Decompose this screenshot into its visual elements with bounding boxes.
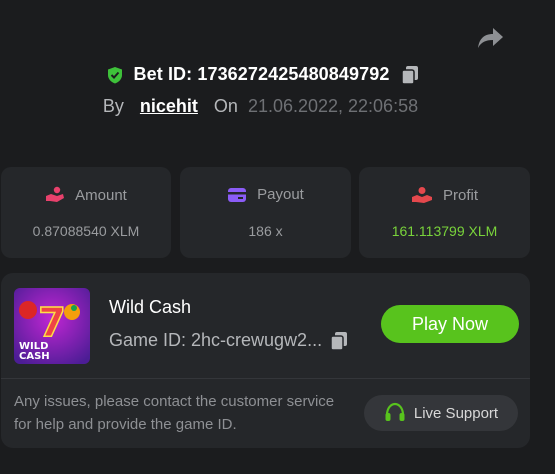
thumb-number: 7 (38, 300, 66, 346)
divider (1, 378, 530, 379)
play-now-button[interactable]: Play Now (381, 305, 519, 343)
profit-card: Profit 161.113799 XLM (359, 167, 530, 258)
support-text: Any issues, please contact the customer … (14, 393, 335, 433)
profit-label: Profit (442, 186, 478, 204)
amount-value: 0.87088540 XLM (32, 223, 140, 239)
live-support-label: Live Support (413, 404, 499, 422)
bet-title-row: Bet ID: 1736272425480849792 (0, 64, 555, 85)
payout-value: 186 x (248, 223, 283, 239)
shield-check-icon (107, 66, 122, 83)
bet-id: Bet ID: 1736272425480849792 (133, 64, 390, 84)
live-support-button[interactable]: Live Support (364, 395, 518, 431)
by-label: By (102, 96, 124, 116)
on-label: On (213, 96, 238, 116)
copy-icon[interactable] (401, 65, 419, 85)
payout-card: Payout 186 x (180, 167, 351, 258)
payout-label: Payout (257, 186, 304, 203)
bet-date: 21.06.2022, 22:06:58 (247, 96, 419, 116)
share-icon[interactable] (476, 26, 504, 52)
bet-meta-row: By nicehit On 21.06.2022, 22:06:58 (0, 96, 555, 117)
game-id-row: Game ID: 2hc-crewugw2... (109, 330, 348, 351)
profit-value: 161.113799 XLM (391, 223, 498, 239)
game-card: 7 WILD CASH Wild Cash Game ID: 2hc-crewu… (1, 273, 530, 448)
game-id: Game ID: 2hc-crewugw2... (109, 330, 323, 350)
copy-icon[interactable] (330, 331, 348, 351)
headset-icon (385, 402, 405, 421)
game-name: Wild Cash (109, 297, 192, 317)
card-icon (228, 187, 247, 202)
profit-hand-icon (411, 187, 432, 203)
amount-label: Amount (75, 186, 127, 204)
game-thumbnail[interactable]: 7 WILD CASH (14, 288, 90, 364)
amount-card: Amount 0.87088540 XLM (1, 167, 171, 258)
thumb-title-2: CASH (19, 351, 50, 362)
coins-hand-icon (46, 186, 65, 202)
wild-cash-logo-icon: 7 WILD CASH (14, 288, 90, 364)
username-link[interactable]: nicehit (140, 96, 198, 117)
